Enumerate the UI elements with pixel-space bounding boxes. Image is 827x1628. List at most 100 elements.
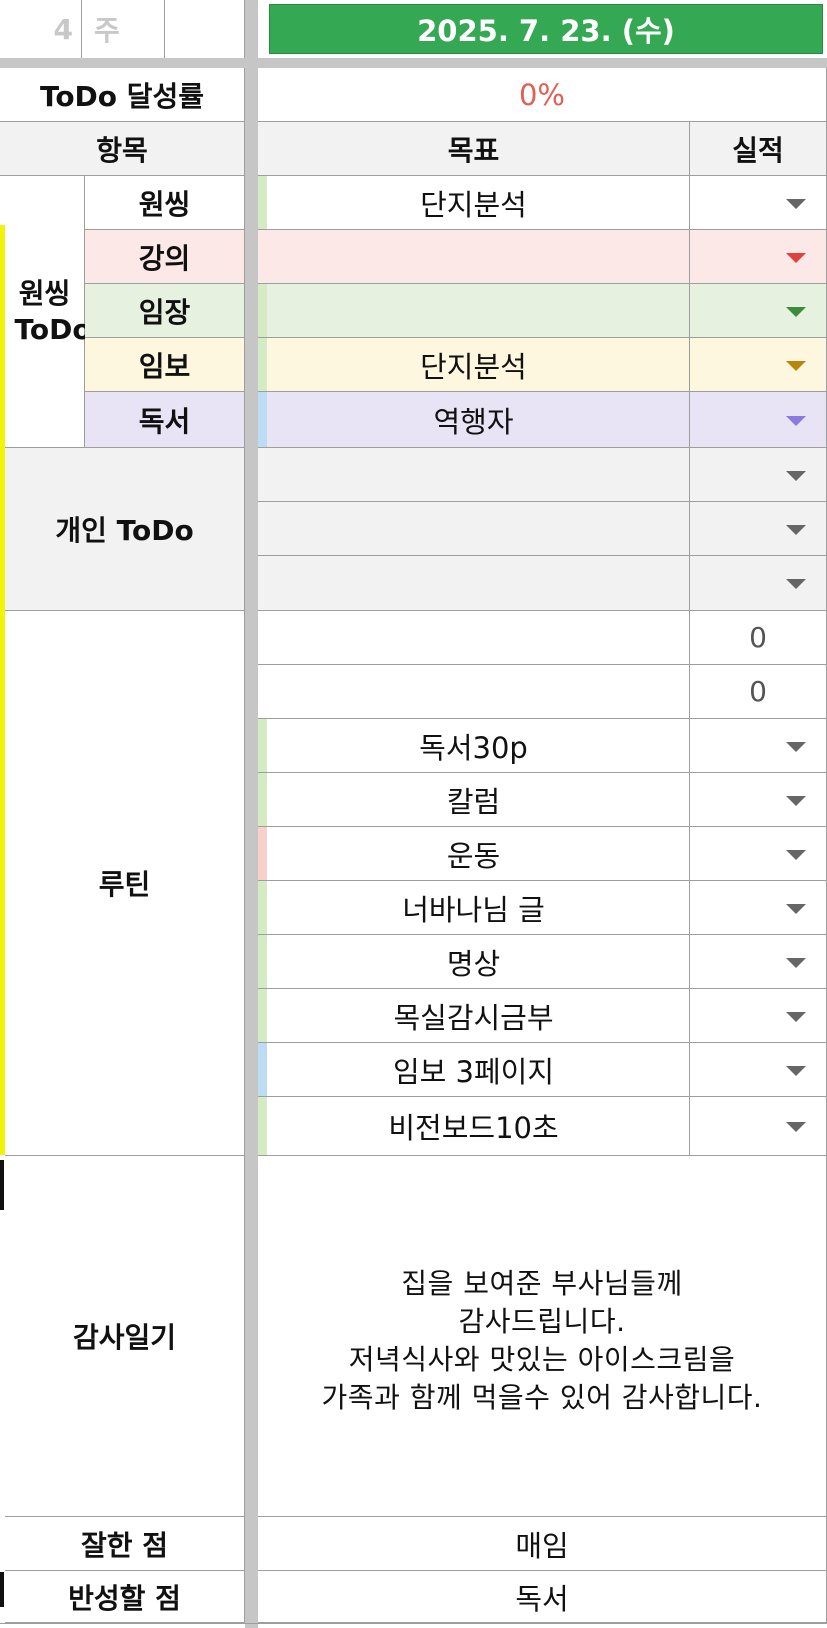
goal-column-header[interactable]: 목표 bbox=[258, 122, 690, 176]
dropdown-arrow-icon[interactable] bbox=[786, 741, 806, 752]
dropdown-arrow-icon[interactable] bbox=[786, 1065, 806, 1076]
routine-goal: 목실감시금부 bbox=[393, 1000, 554, 1035]
field-visit-result-dropdown[interactable] bbox=[690, 284, 827, 338]
reading-goal-cell[interactable]: 역행자 bbox=[258, 392, 690, 448]
dropdown-arrow-icon[interactable] bbox=[786, 1122, 806, 1132]
lecture-goal-cell[interactable] bbox=[258, 230, 690, 284]
dropdown-arrow-icon[interactable] bbox=[786, 579, 806, 589]
routine-counter-result: 0 bbox=[749, 675, 767, 708]
status-stripe bbox=[258, 935, 267, 988]
achievement-value-cell[interactable]: 0% bbox=[258, 68, 827, 122]
routine-result-dropdown[interactable] bbox=[690, 827, 827, 881]
report-result-dropdown[interactable] bbox=[690, 338, 827, 392]
reflect-value-cell[interactable]: 독서 bbox=[258, 1571, 827, 1623]
lecture-item-label-cell[interactable]: 강의 bbox=[85, 230, 245, 284]
gratitude-text-cell[interactable]: 집을 보여준 부사님들께 감사드립니다. 저녁식사와 맛있는 아이스크림을 가족… bbox=[258, 1156, 827, 1517]
personal-result-dropdown[interactable] bbox=[690, 556, 827, 611]
personal-todo-label-cell[interactable]: 개인 ToDo bbox=[5, 448, 245, 611]
did-well-value-cell[interactable]: 매임 bbox=[258, 1517, 827, 1571]
result-column-header[interactable]: 실적 bbox=[690, 122, 827, 176]
did-well-value: 매임 bbox=[515, 1528, 569, 1563]
result-header-label: 실적 bbox=[732, 133, 784, 167]
routine-counter-goal-cell[interactable] bbox=[258, 665, 690, 719]
dropdown-arrow-icon[interactable] bbox=[786, 1011, 806, 1022]
dropdown-arrow-icon[interactable] bbox=[786, 849, 806, 860]
routine-result-dropdown[interactable] bbox=[690, 719, 827, 773]
routine-goal-cell[interactable]: 운동 bbox=[258, 827, 690, 881]
item-column-header[interactable]: 항목 bbox=[0, 122, 245, 176]
routine-goal-cell[interactable]: 칼럼 bbox=[258, 773, 690, 827]
gratitude-line: 집을 보여준 부사님들께 bbox=[401, 1267, 683, 1300]
routine-goal-cell[interactable]: 너바나님 글 bbox=[258, 881, 690, 935]
dropdown-arrow-icon[interactable] bbox=[786, 415, 806, 426]
gratitude-label-cell[interactable]: 감사일기 bbox=[5, 1156, 245, 1517]
routine-goal-cell[interactable]: 목실감시금부 bbox=[258, 989, 690, 1043]
reading-item-label-cell[interactable]: 독서 bbox=[85, 392, 245, 448]
dropdown-arrow-icon[interactable] bbox=[786, 198, 806, 209]
dropdown-arrow-icon[interactable] bbox=[786, 903, 806, 914]
dropdown-arrow-icon[interactable] bbox=[786, 360, 806, 371]
routine-counter-result: 0 bbox=[749, 621, 767, 654]
dropdown-arrow-icon[interactable] bbox=[786, 470, 806, 481]
row-separator bbox=[0, 58, 827, 68]
dropdown-arrow-icon[interactable] bbox=[786, 524, 806, 535]
routine-result-dropdown[interactable] bbox=[690, 881, 827, 935]
status-stripe bbox=[258, 881, 267, 934]
routine-goal-cell[interactable]: 명상 bbox=[258, 935, 690, 989]
wonssing-result-dropdown[interactable] bbox=[690, 176, 827, 230]
routine-goal-cell[interactable]: 비전보드10초 bbox=[258, 1097, 690, 1156]
dropdown-arrow-icon[interactable] bbox=[786, 795, 806, 806]
report-goal-cell[interactable]: 단지분석 bbox=[258, 338, 690, 392]
wonssing-item-label: 원씽 bbox=[138, 187, 191, 221]
personal-goal-cell[interactable] bbox=[258, 448, 690, 502]
routine-goal-cell[interactable]: 독서30p bbox=[258, 719, 690, 773]
achievement-value: 0% bbox=[518, 77, 565, 112]
routine-goal: 칼럼 bbox=[446, 784, 501, 819]
dropdown-arrow-icon[interactable] bbox=[786, 306, 806, 317]
wonssing-group-cell[interactable]: 원씽 ToDo bbox=[5, 176, 92, 448]
personal-result-dropdown[interactable] bbox=[690, 502, 827, 556]
routine-counter-result-cell[interactable]: 0 bbox=[690, 665, 827, 719]
status-stripe bbox=[258, 989, 267, 1042]
routine-result-dropdown[interactable] bbox=[690, 773, 827, 827]
status-stripe bbox=[258, 1043, 267, 1096]
dropdown-arrow-icon[interactable] bbox=[786, 957, 806, 968]
field-visit-item-label-cell[interactable]: 임장 bbox=[85, 284, 245, 338]
status-stripe bbox=[258, 1097, 267, 1155]
week-label: 주 bbox=[94, 14, 120, 47]
routine-goal: 독서30p bbox=[419, 730, 528, 765]
routine-goal-cell[interactable]: 임보 3페이지 bbox=[258, 1043, 690, 1097]
routine-label: 루틴 bbox=[98, 868, 151, 901]
reading-result-dropdown[interactable] bbox=[690, 392, 827, 448]
header-empty-cell[interactable] bbox=[165, 0, 245, 58]
reading-goal: 역행자 bbox=[433, 404, 514, 439]
week-number-cell[interactable]: 4 bbox=[0, 0, 82, 58]
wonssing-goal-cell[interactable]: 단지분석 bbox=[258, 176, 690, 230]
routine-counter-result-cell[interactable]: 0 bbox=[690, 611, 827, 665]
personal-todo-label: 개인 ToDo bbox=[55, 514, 194, 547]
reflect-label: 반성할 점 bbox=[68, 1581, 181, 1615]
achievement-label-cell[interactable]: ToDo 달성률 bbox=[0, 68, 245, 122]
routine-label-cell[interactable]: 루틴 bbox=[5, 611, 245, 1156]
wonssing-item-label-cell[interactable]: 원씽 bbox=[85, 176, 245, 230]
routine-result-dropdown[interactable] bbox=[690, 1097, 827, 1156]
routine-goal: 운동 bbox=[446, 838, 501, 873]
field-visit-goal-cell[interactable] bbox=[258, 284, 690, 338]
routine-result-dropdown[interactable] bbox=[690, 1043, 827, 1097]
personal-result-dropdown[interactable] bbox=[690, 448, 827, 502]
date-header-cell[interactable]: 2025. 7. 23. (수) bbox=[269, 4, 823, 54]
routine-result-dropdown[interactable] bbox=[690, 989, 827, 1043]
routine-counter-goal-cell[interactable] bbox=[258, 611, 690, 665]
personal-goal-cell[interactable] bbox=[258, 502, 690, 556]
gratitude-line: 저녁식사와 맛있는 아이스크림을 bbox=[348, 1343, 736, 1376]
side-black-mark bbox=[0, 1572, 4, 1607]
did-well-label-cell[interactable]: 잘한 점 bbox=[5, 1517, 245, 1571]
week-label-cell[interactable]: 주 bbox=[82, 0, 165, 58]
routine-result-dropdown[interactable] bbox=[690, 935, 827, 989]
lecture-result-dropdown[interactable] bbox=[690, 230, 827, 284]
reflect-label-cell[interactable]: 반성할 점 bbox=[5, 1571, 245, 1623]
report-item-label-cell[interactable]: 임보 bbox=[85, 338, 245, 392]
dropdown-arrow-icon[interactable] bbox=[786, 252, 806, 263]
personal-goal-cell[interactable] bbox=[258, 556, 690, 611]
routine-goal: 비전보드10초 bbox=[388, 1111, 559, 1145]
